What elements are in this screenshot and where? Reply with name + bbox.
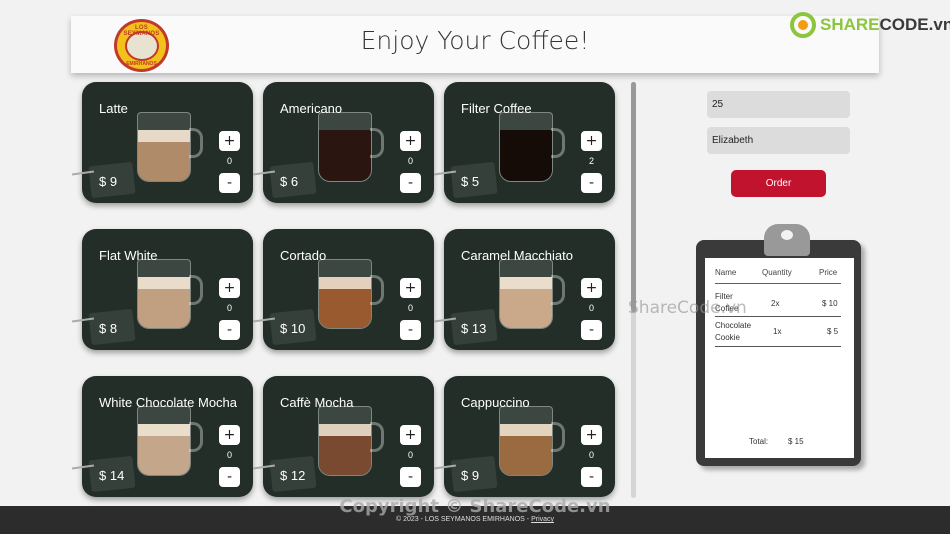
decrease-quantity-button[interactable]: -: [219, 173, 240, 193]
coffee-card: Caffè Mocha $ 12 + 0 -: [252, 376, 434, 497]
coffee-mug-image: [318, 406, 384, 478]
coffee-card: Caramel Macchiato $ 13 + 0 -: [433, 229, 615, 350]
coffee-price: $ 14: [99, 468, 125, 483]
coffee-mug-image: [137, 112, 203, 184]
coffee-quantity: 0: [407, 156, 413, 166]
coffee-card: Cortado $ 10 + 0 -: [252, 229, 434, 350]
receipt-row-price: $ 10: [822, 299, 838, 308]
order-button[interactable]: Order: [731, 170, 826, 197]
increase-quantity-button[interactable]: +: [400, 278, 421, 298]
coffee-name: White Chocolate Mocha: [99, 395, 238, 410]
receipt-row-qty: 2x: [771, 299, 780, 308]
receipt-col-quantity: Quantity: [762, 268, 792, 277]
decrease-quantity-button[interactable]: -: [581, 467, 602, 487]
menu-scrollbar[interactable]: [631, 82, 636, 498]
coffee-name: Caffè Mocha: [280, 395, 354, 410]
receipt-col-name: Name: [715, 268, 737, 277]
coffee-name: Latte: [99, 101, 128, 116]
decrease-quantity-button[interactable]: -: [581, 320, 602, 340]
increase-quantity-button[interactable]: +: [219, 131, 240, 151]
customer-name-input[interactable]: [707, 127, 850, 154]
coffee-name: Cappuccino: [461, 395, 530, 410]
page-footer: Copyright © ShareCode.vn © 2023 - LOS SE…: [0, 496, 950, 534]
coffee-card: Flat White $ 8 + 0 -: [71, 229, 253, 350]
coffee-card: Cappuccino $ 9 + 0 -: [433, 376, 615, 497]
page-header: LOS SEYMANOS EMIRHANOS Enjoy Your Coffee…: [71, 16, 879, 73]
coffee-quantity: 2: [588, 156, 594, 166]
coffee-quantity: 0: [407, 303, 413, 313]
center-watermark: ShareCode.vn: [628, 298, 747, 318]
coffee-mug-image: [499, 259, 565, 331]
coffee-name: Filter Coffee: [461, 101, 532, 116]
coffee-mug-image: [499, 406, 565, 478]
sharecode-watermark: SHARECODE.vn: [790, 12, 950, 38]
coffee-quantity: 0: [226, 303, 232, 313]
receipt-row-qty: 1x: [773, 327, 782, 336]
footer-watermark: Copyright © ShareCode.vn: [339, 496, 611, 517]
receipt-row-divider: [715, 346, 841, 347]
menu-scrollbar-thumb[interactable]: [631, 82, 636, 312]
increase-quantity-button[interactable]: +: [581, 278, 602, 298]
coffee-price: $ 9: [99, 174, 118, 189]
coffee-quantity: 0: [226, 156, 232, 166]
coffee-quantity: 0: [226, 450, 232, 460]
coffee-name: Americano: [280, 101, 343, 116]
coffee-name: Caramel Macchiato: [461, 248, 573, 263]
receipt-paper: [705, 258, 854, 458]
coffee-quantity: 0: [588, 450, 594, 460]
coffee-price: $ 13: [461, 321, 487, 336]
coffee-mug-image: [137, 259, 203, 331]
receipt-total-value: $ 15: [788, 437, 804, 446]
coffee-quantity: 0: [407, 450, 413, 460]
receipt-row-price: $ 5: [827, 327, 839, 336]
decrease-quantity-button[interactable]: -: [219, 467, 240, 487]
coffee-name: Cortado: [280, 248, 327, 263]
increase-quantity-button[interactable]: +: [400, 425, 421, 445]
coffee-name: Flat White: [99, 248, 158, 263]
sharecode-logo-icon: [790, 12, 816, 38]
coffee-price: $ 10: [280, 321, 306, 336]
coffee-card: Latte $ 9 + 0 -: [71, 82, 253, 203]
coffee-price: $ 9: [461, 468, 480, 483]
increase-quantity-button[interactable]: +: [219, 278, 240, 298]
coffee-card: Filter Coffee $ 5 + 2 -: [433, 82, 615, 203]
table-number-input[interactable]: [707, 91, 850, 118]
coffee-price: $ 8: [99, 321, 118, 336]
receipt-row-name: Chocolate Cookie: [715, 321, 752, 342]
increase-quantity-button[interactable]: +: [219, 425, 240, 445]
decrease-quantity-button[interactable]: -: [400, 467, 421, 487]
coffee-card: White Chocolate Mocha $ 14 + 0 -: [71, 376, 253, 497]
decrease-quantity-button[interactable]: -: [219, 320, 240, 340]
footer-copyright: © 2023 - LOS SEYMANOS EMIRHANOS - Privac…: [395, 516, 555, 523]
coffee-price: $ 6: [280, 174, 299, 189]
page-title: Enjoy Your Coffee!: [360, 26, 590, 55]
privacy-link[interactable]: Privacy: [531, 516, 554, 523]
increase-quantity-button[interactable]: +: [581, 425, 602, 445]
decrease-quantity-button[interactable]: -: [400, 173, 421, 193]
coffee-mug-image: [499, 112, 565, 184]
receipt-col-price: Price: [819, 268, 838, 277]
coffee-price: $ 12: [280, 468, 306, 483]
coffee-card: Americano $ 6 + 0 -: [252, 82, 434, 203]
receipt-header-divider: [715, 283, 841, 284]
increase-quantity-button[interactable]: +: [581, 131, 602, 151]
coffee-mug-image: [318, 112, 384, 184]
decrease-quantity-button[interactable]: -: [581, 173, 602, 193]
clipboard-clip: [764, 224, 810, 256]
sharecode-watermark-text: SHARECODE.vn: [820, 15, 950, 34]
increase-quantity-button[interactable]: +: [400, 131, 421, 151]
coffee-price: $ 5: [461, 174, 480, 189]
receipt-total-label: Total:: [749, 437, 769, 446]
coffee-mug-image: [318, 259, 384, 331]
decrease-quantity-button[interactable]: -: [400, 320, 421, 340]
logo-text-bottom: EMIRHANOS: [126, 61, 157, 67]
coffee-quantity: 0: [588, 303, 594, 313]
coffee-mug-image: [137, 406, 203, 478]
